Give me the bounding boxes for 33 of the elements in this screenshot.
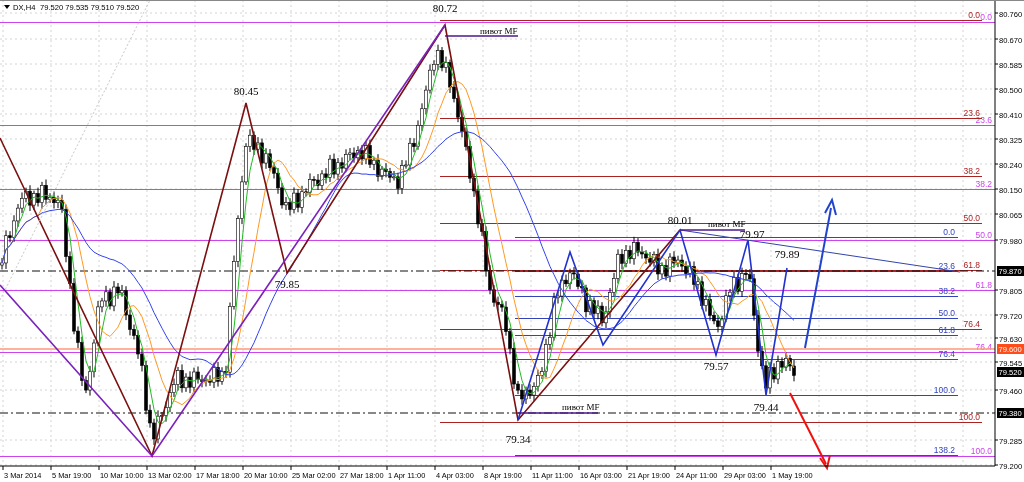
fib-level-label: 61.8 [963,260,980,270]
price-label: 79.85 [274,278,300,290]
pivot-line [679,229,746,231]
pivot-label: пивот MF [480,26,518,36]
fib-level-label: 100.0 [970,446,992,456]
fib-level-label: 23.6 [938,261,955,271]
pivot-label: пивот MF [562,402,600,412]
fib-level-label: 100.0 [958,412,980,422]
fib-level-label: 0.0 [980,12,992,22]
price-label: 79.34 [505,433,531,445]
fib-level-label: 0.0 [968,10,980,20]
fib-level-label: 50.0 [938,308,955,318]
price-label: 80.72 [432,2,458,14]
fib-level-label: 61.8 [975,280,992,290]
price-label: 80.01 [667,214,693,226]
fib-level-label: 38.2 [963,166,980,176]
price-label: 79.97 [739,228,765,240]
fib-level-label: 23.6 [963,108,980,118]
fib-level-label: 76.4 [963,319,980,329]
fib-level-label: 50.0 [975,230,992,240]
fib-level-label: 76.4 [975,342,992,352]
fib-level-label: 0.0 [943,227,955,237]
price-label: 79.89 [774,248,800,260]
fib-level-label: 38.2 [975,179,992,189]
up-arrow-icon [804,197,837,349]
fib-level-label: 100.0 [933,385,955,395]
price-label: 79.44 [753,401,779,413]
fib-level-label: 138.2 [933,445,955,455]
caret-icon [4,5,10,9]
fib-level-label: 50.0 [963,213,980,223]
down-arrow-icon [789,392,831,471]
price-label: 79.57 [703,360,729,372]
price-label: 80.45 [233,85,259,97]
